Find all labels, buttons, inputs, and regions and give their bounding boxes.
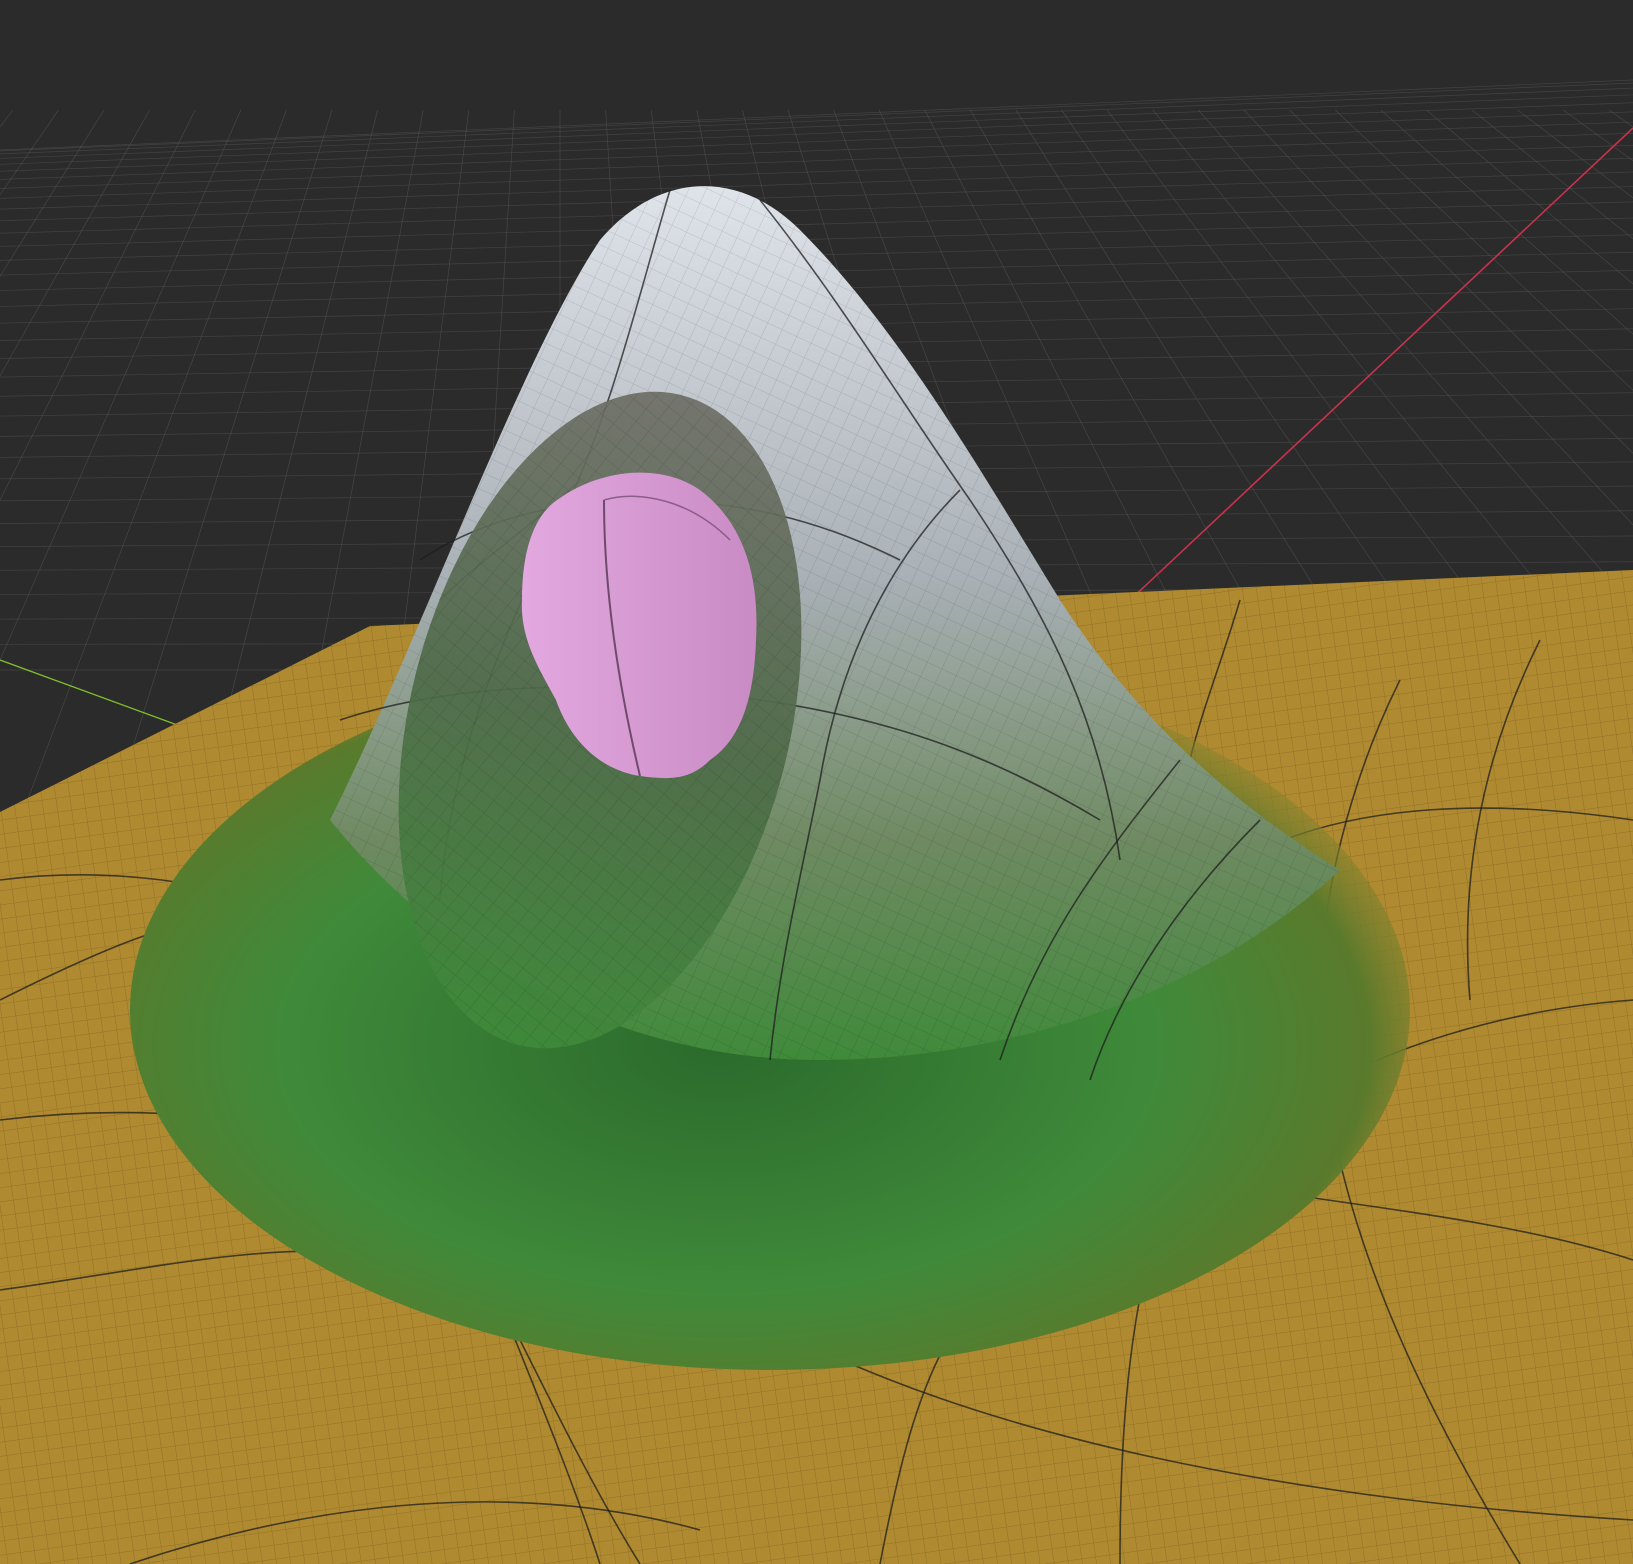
3d-viewport[interactable] (0, 0, 1633, 1564)
grid-line (0, 144, 1633, 199)
grid-line (0, 79, 1633, 151)
grid-line (0, 109, 14, 128)
grid-line (0, 109, 59, 196)
grid-line (0, 82, 1633, 152)
viewport-scene (0, 79, 1633, 1564)
grid-line (0, 121, 1633, 180)
grid-line (0, 94, 1633, 159)
grid-line (0, 186, 1633, 234)
grid-line (0, 102, 1633, 165)
grid-line (0, 171, 1633, 222)
